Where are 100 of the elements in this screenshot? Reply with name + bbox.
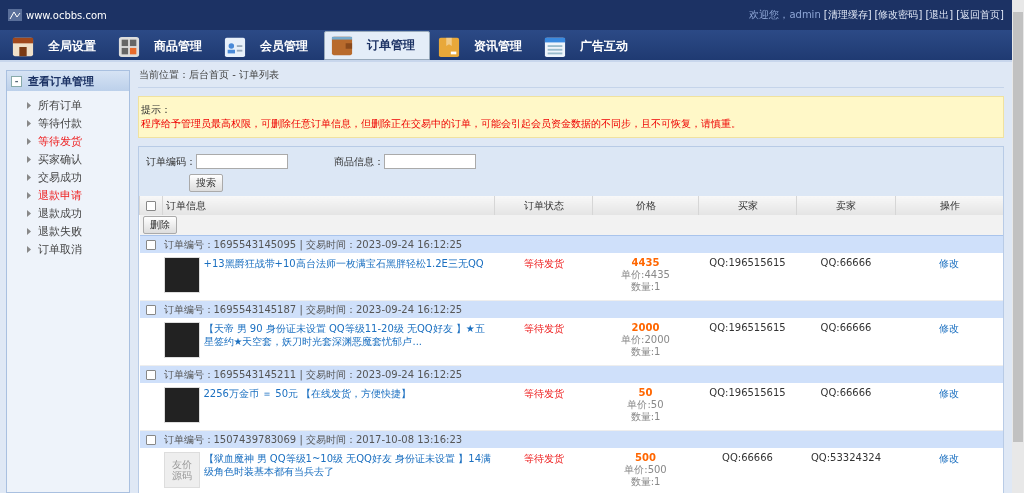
column-header: 订单状态: [494, 196, 593, 215]
sidebar-item[interactable]: 交易成功: [27, 171, 129, 184]
buyer-cell: QQ:196515615: [709, 257, 786, 268]
order-status: 等待发货: [523, 258, 564, 269]
quantity: 数量:1: [629, 476, 662, 488]
delete-button[interactable]: 删除: [142, 216, 177, 234]
field-label: 订单编码：: [146, 154, 196, 169]
collapse-toggle[interactable]: -: [11, 75, 22, 87]
unit-price: 单价:500: [623, 464, 668, 476]
price-total: 4435: [630, 257, 661, 269]
order-status: 等待发货: [523, 453, 564, 464]
select-all-checkbox[interactable]: [146, 200, 156, 211]
order-header: 订单编号：1695543145211 | 交易时间：2023-09-24 16:12:25: [163, 368, 463, 380]
id-card-icon: [224, 35, 246, 58]
seller-cell: QQ:66666: [820, 257, 872, 268]
wallet-icon: [331, 34, 353, 57]
notice-title: 提示：: [141, 103, 172, 117]
row-checkbox[interactable]: [146, 239, 156, 250]
sidebar-item[interactable]: 退款成功: [27, 207, 129, 220]
seller-cell: QQ:66666: [820, 322, 872, 333]
nav-tab[interactable]: 全局设置: [6, 33, 110, 60]
buyer-cell: QQ:196515615: [709, 387, 786, 398]
order-header: 订单编号：1695543145187 | 交易时间：2023-09-24 16:12:25: [163, 303, 463, 315]
edit-link[interactable]: 修改: [939, 258, 960, 269]
nav-tab[interactable]: 商品管理: [112, 33, 216, 60]
order-status: 等待发货: [523, 323, 564, 334]
buyer-cell: QQ:196515615: [709, 322, 786, 333]
unit-price: 单价:2000: [620, 334, 671, 346]
sidebar-item[interactable]: 等待发货: [27, 135, 129, 148]
input-field[interactable]: [196, 154, 288, 169]
chevron-icon: [27, 192, 31, 199]
list-window-icon: [544, 35, 566, 58]
sidebar-item[interactable]: 退款失败: [27, 225, 129, 238]
photo-placeholder: [163, 387, 200, 423]
header-link[interactable]: [退出]: [925, 8, 954, 22]
sidebar-item[interactable]: 等待付款: [27, 117, 129, 130]
column-header: 价格: [592, 196, 699, 215]
order-header: 订单编号：1695543145095 | 交易时间：2023-09-24 16:12:25: [163, 238, 463, 250]
nav-tab[interactable]: 订单管理: [324, 31, 430, 60]
scrollbar-thumb[interactable]: [1013, 12, 1023, 442]
site-url: www.ocbbs.com: [26, 9, 107, 21]
sidebar-item[interactable]: 所有订单: [27, 99, 129, 112]
sidebar-title: 查看订单管理: [28, 73, 94, 89]
order-status: 等待发货: [523, 388, 564, 399]
photo-placeholder: [163, 257, 200, 293]
column-header: 卖家: [796, 196, 896, 215]
welcome-text: 欢迎您，admin: [749, 8, 821, 22]
grid-icon: [118, 35, 140, 58]
chevron-icon: [27, 210, 31, 217]
input-field[interactable]: [384, 154, 476, 169]
product-title-link[interactable]: 2256万金币 ＝ 50元 【在线发货，方便快捷】: [203, 387, 494, 423]
price-total: 500: [634, 452, 657, 464]
seller-cell: QQ:53324324: [811, 452, 881, 463]
chevron-icon: [27, 138, 31, 145]
package-icon: [438, 35, 460, 58]
chevron-icon: [27, 228, 31, 235]
header-link[interactable]: [清理缓存]: [823, 8, 872, 22]
chevron-icon: [27, 120, 31, 127]
column-header: 买家: [698, 196, 797, 215]
logo-icon: [8, 9, 22, 21]
breadcrumb: 当前位置：后台首页 - 订单列表: [138, 62, 1004, 88]
sidebar-item[interactable]: 订单取消: [27, 243, 129, 256]
column-header: 订单信息: [162, 196, 495, 215]
quantity: 数量:1: [629, 281, 662, 293]
edit-link[interactable]: 修改: [939, 323, 960, 334]
edit-link[interactable]: 修改: [939, 388, 960, 399]
nav-tab[interactable]: 资讯管理: [432, 33, 536, 60]
row-checkbox[interactable]: [146, 369, 156, 380]
buyer-cell: QQ:66666: [722, 452, 773, 463]
placeholder-caption: 友价源码: [170, 459, 193, 481]
sidebar-item[interactable]: 退款申请: [27, 189, 129, 202]
chevron-icon: [27, 174, 31, 181]
row-checkbox[interactable]: [146, 434, 156, 445]
storefront-icon: [12, 35, 34, 58]
unit-price: 单价:50: [626, 399, 665, 411]
header-link[interactable]: [返回首页]: [956, 8, 1004, 22]
search-button[interactable]: 搜索: [189, 174, 223, 192]
product-title-link[interactable]: 【天帝 男 90 身份证未设置 QQ等级11-20级 无QQ好友 】★五星签约★天空套，妖刀时光套深渊恶魔套忧郁卢...: [203, 322, 494, 358]
notice-text: 程序给予管理员最高权限，可删除任意订单信息，但删除正在交易中的订单，可能会引起会员资金数据的不同步，且不可恢复，请慎重。: [141, 117, 742, 131]
seller-cell: QQ:66666: [820, 387, 872, 398]
product-title-link[interactable]: +13黑爵狂战带+10高台法师一枚满宝石黑胖轻松1.2E三无QQ: [203, 257, 494, 293]
row-checkbox[interactable]: [146, 304, 156, 315]
chevron-icon: [27, 246, 31, 253]
header-link[interactable]: [修改密码]: [874, 8, 923, 22]
edit-link[interactable]: 修改: [939, 453, 960, 464]
price-total: 2000: [630, 322, 661, 334]
column-header: 操作: [895, 196, 1003, 215]
field-label: 商品信息：: [334, 154, 384, 169]
quantity: 数量:1: [629, 411, 662, 423]
nav-tab[interactable]: 会员管理: [218, 33, 322, 60]
nav-tab[interactable]: 广告互动: [538, 33, 642, 60]
chevron-icon: [27, 156, 31, 163]
order-header: 订单编号：1507439783069 | 交易时间：2017-10-08 13:16:23: [163, 433, 463, 445]
product-title-link[interactable]: 【狱血魔神 男 QQ等级1~10级 无QQ好友 身份证未设置 】14满级角色时装基本都有当兵去了: [203, 452, 494, 488]
chevron-icon: [27, 102, 31, 109]
photo-placeholder: [163, 322, 200, 358]
sidebar-item[interactable]: 买家确认: [27, 153, 129, 166]
unit-price: 单价:4435: [620, 269, 671, 281]
quantity: 数量:1: [629, 346, 662, 358]
price-total: 50: [637, 387, 654, 399]
